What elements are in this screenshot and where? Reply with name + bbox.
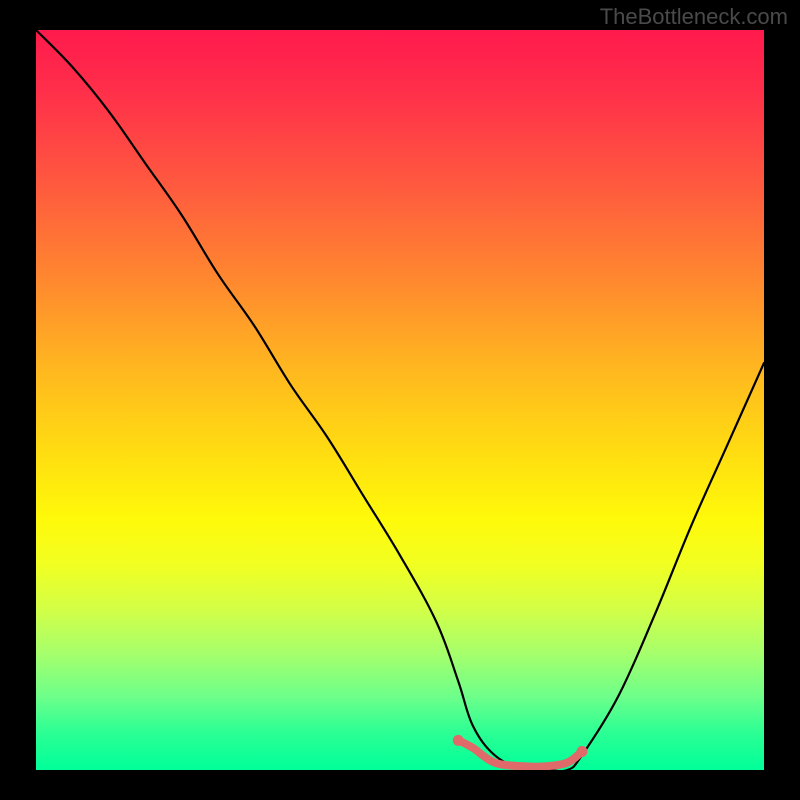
highlight-dot: [453, 735, 464, 746]
highlight-segment: [458, 740, 582, 766]
bottleneck-curve: [36, 30, 764, 770]
watermark-text: TheBottleneck.com: [600, 4, 788, 30]
plot-area: [36, 30, 764, 770]
curve-svg: [36, 30, 764, 770]
highlight-dot: [577, 746, 588, 757]
